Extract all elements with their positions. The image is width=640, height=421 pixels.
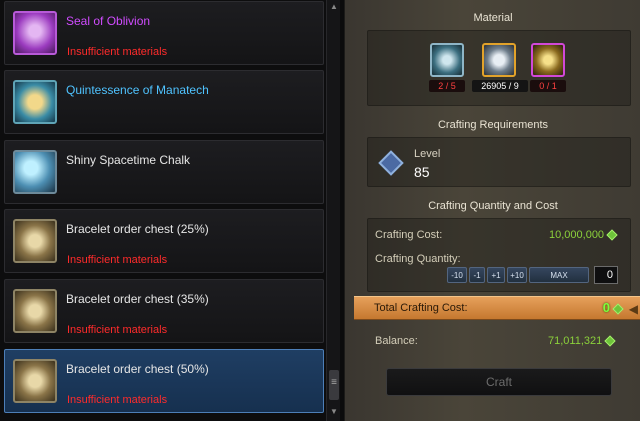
crafting-cost-label: Crafting Cost: xyxy=(375,229,443,241)
recipe-item-seal-of-oblivion[interactable]: Seal of Oblivion Insufficient materials xyxy=(4,1,324,65)
insufficient-materials-text: Insufficient materials xyxy=(67,254,168,266)
recipe-item-bracelet-order-chest-50[interactable]: Bracelet order chest (50%) Insufficient … xyxy=(4,349,324,413)
bracer-material-icon[interactable] xyxy=(430,43,464,77)
total-crafting-cost-bar: Total Crafting Cost: 0 ◀ xyxy=(354,296,640,320)
craft-button[interactable]: Craft xyxy=(386,368,612,396)
recipe-list: Seal of Oblivion Insufficient materials … xyxy=(0,0,326,421)
gold-ring-material-icon[interactable] xyxy=(531,43,565,77)
recipe-name: Bracelet order chest (50%) xyxy=(66,362,209,376)
insufficient-materials-text: Insufficient materials xyxy=(67,394,168,406)
material-count: 26905 / 9 xyxy=(472,80,528,92)
ring-material-icon[interactable] xyxy=(482,43,516,77)
material-count: 2 / 5 xyxy=(429,80,465,92)
recipe-item-bracelet-order-chest-35[interactable]: Bracelet order chest (35%) Insufficient … xyxy=(4,279,324,343)
crafting-requirements-title: Crafting Requirements xyxy=(437,119,549,131)
recipe-name: Bracelet order chest (25%) xyxy=(66,222,209,236)
recipe-item-quintessence-of-manatech[interactable]: Quintessence of Manatech xyxy=(4,70,324,134)
total-crafting-cost-amount: 0 xyxy=(602,300,610,315)
balance-label: Balance: xyxy=(375,335,418,347)
scroll-down-arrow-icon[interactable]: ▼ xyxy=(329,407,339,417)
plus-1-button[interactable]: +1 xyxy=(487,267,505,283)
max-button[interactable]: MAX xyxy=(529,267,589,283)
crafting-quantity-title: Crafting Quantity and Cost xyxy=(428,200,558,212)
minus-10-button[interactable]: -10 xyxy=(447,267,467,283)
level-diamond-icon xyxy=(378,150,404,176)
gold-coin-icon xyxy=(606,229,618,241)
material-title: Material xyxy=(473,12,513,24)
crafting-cost-value: 10,000,000 xyxy=(549,229,618,241)
arrow-left-icon: ◀ xyxy=(628,302,638,316)
balance-value: 71,011,321 xyxy=(548,335,616,347)
gold-coin-icon xyxy=(604,335,616,347)
recipe-name: Shiny Spacetime Chalk xyxy=(66,153,191,167)
requirements-box: Level 85 xyxy=(367,137,631,187)
chest-icon xyxy=(13,80,57,124)
total-crafting-cost-label: Total Crafting Cost: xyxy=(374,302,468,314)
bracelet-chest-icon xyxy=(13,289,57,333)
crafting-panel: Material 2 / 5 26905 / 9 0 / 1 Crafting … xyxy=(344,0,640,421)
balance-amount: 71,011,321 xyxy=(548,335,603,347)
recipe-name: Bracelet order chest (35%) xyxy=(66,292,209,306)
recipe-item-bracelet-order-chest-25[interactable]: Bracelet order chest (25%) Insufficient … xyxy=(4,209,324,273)
grip-icon: ≡ xyxy=(331,377,337,388)
level-value: 85 xyxy=(414,164,430,180)
material-box: 2 / 5 26905 / 9 0 / 1 xyxy=(367,30,631,106)
level-label: Level xyxy=(414,148,441,160)
insufficient-materials-text: Insufficient materials xyxy=(67,324,168,336)
crafting-quantity-label: Crafting Quantity: xyxy=(375,253,461,265)
recipe-name: Seal of Oblivion xyxy=(66,14,151,28)
crafting-cost-amount: 10,000,000 xyxy=(549,229,605,241)
list-scrollbar[interactable]: ▲ ≡ ▼ xyxy=(326,0,340,421)
plus-10-button[interactable]: +10 xyxy=(507,267,527,283)
scroll-up-arrow-icon[interactable]: ▲ xyxy=(329,2,339,12)
crafting-quantity-input[interactable]: 0 xyxy=(594,266,618,284)
total-crafting-cost-value: 0 xyxy=(602,300,624,315)
chalk-icon xyxy=(13,150,57,194)
insufficient-materials-text: Insufficient materials xyxy=(67,46,168,58)
bracelet-chest-icon xyxy=(13,219,57,263)
minus-1-button[interactable]: -1 xyxy=(469,267,485,283)
gold-coin-icon xyxy=(612,302,624,315)
scroll-thumb[interactable]: ≡ xyxy=(329,370,339,400)
material-count: 0 / 1 xyxy=(530,80,566,92)
recipe-item-shiny-spacetime-chalk[interactable]: Shiny Spacetime Chalk xyxy=(4,140,324,204)
recipe-name: Quintessence of Manatech xyxy=(66,83,209,97)
scroll-icon xyxy=(13,11,57,55)
bracelet-chest-icon xyxy=(13,359,57,403)
